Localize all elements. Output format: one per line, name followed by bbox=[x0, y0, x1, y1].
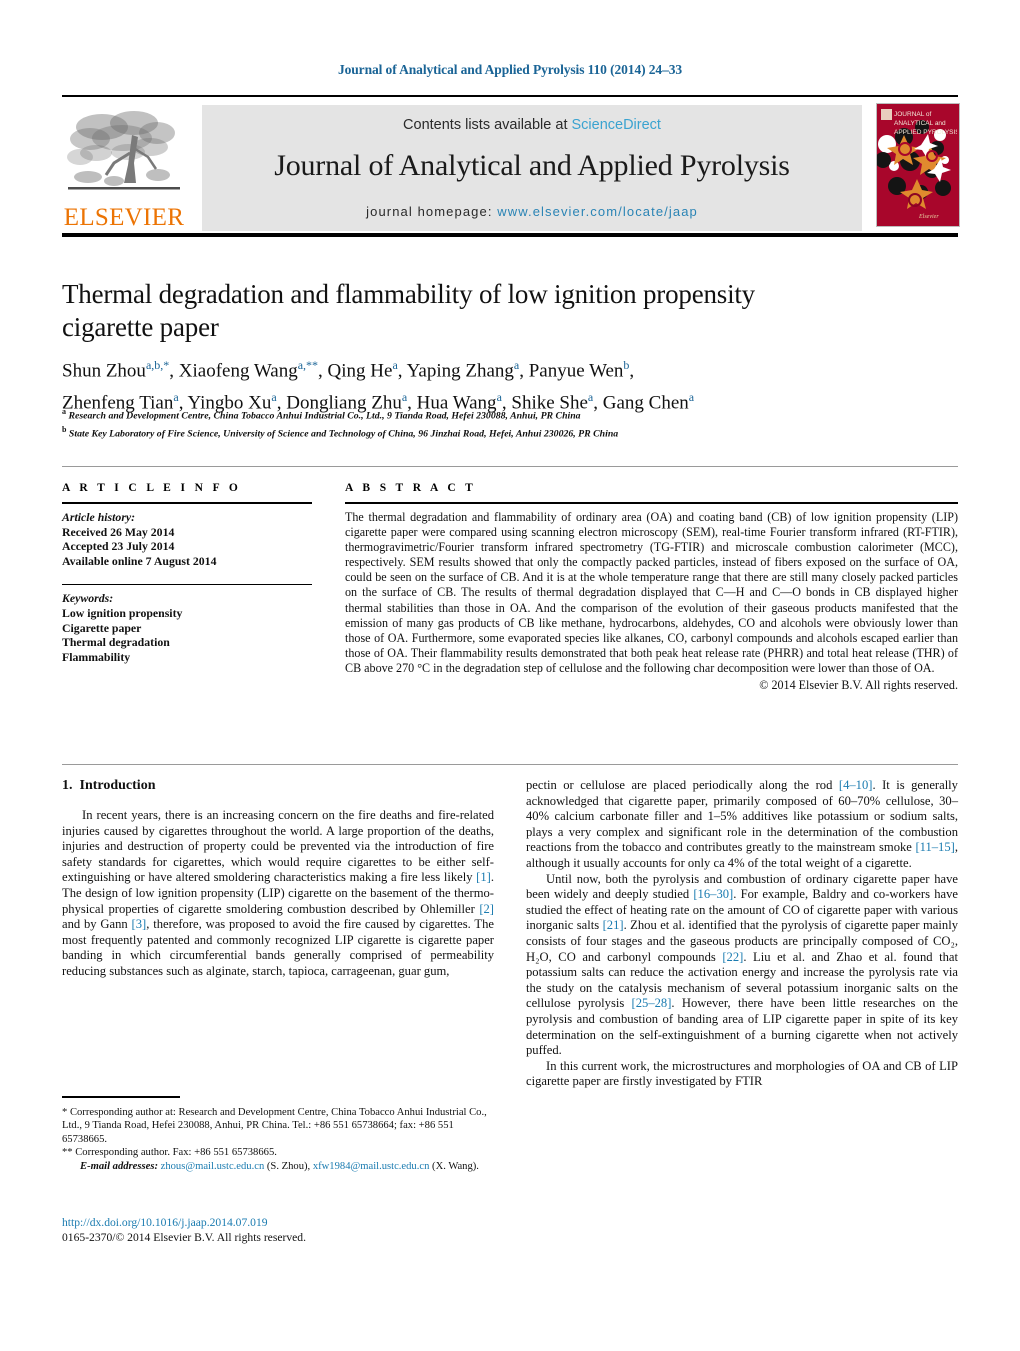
author-separator: , bbox=[397, 360, 407, 382]
article-info-column: A R T I C L E I N F O Article history: R… bbox=[62, 482, 312, 664]
section-title: Introduction bbox=[79, 778, 156, 793]
citation-link[interactable]: [25–28] bbox=[632, 996, 672, 1010]
footnote-corresponding-1: * Corresponding author at: Research and … bbox=[62, 1107, 487, 1145]
elsevier-wordmark: ELSEVIER bbox=[63, 204, 185, 231]
article-info-rule bbox=[62, 502, 312, 504]
keywords-block: Keywords: Low ignition propensity Cigare… bbox=[62, 591, 312, 664]
affiliation-list: a Research and Development Centre, China… bbox=[62, 405, 862, 442]
paragraph: In this current work, the microstructure… bbox=[526, 1058, 958, 1089]
affiliation-item: b State Key Laboratory of Fire Science, … bbox=[62, 423, 862, 441]
cover-line1: JOURNAL of bbox=[894, 111, 932, 118]
citation-link[interactable]: [1] bbox=[476, 870, 491, 884]
keyword-item: Low ignition propensity bbox=[62, 605, 183, 620]
keywords-rule bbox=[62, 584, 312, 586]
history-item: Received 26 May 2014 bbox=[62, 524, 175, 539]
elsevier-tree-icon bbox=[67, 111, 180, 190]
citation-link[interactable]: [21] bbox=[603, 918, 624, 932]
email-link-2[interactable]: xfw1984@mail.ustc.edu.cn bbox=[313, 1161, 430, 1172]
paragraph: Until now, both the pyrolysis and combus… bbox=[526, 871, 958, 1058]
masthead-bottom-rule bbox=[62, 233, 958, 237]
footnote-emails: E-mail addresses: zhous@mail.ustc.edu.cn… bbox=[62, 1160, 494, 1173]
article-info-heading: A R T I C L E I N F O bbox=[62, 482, 242, 494]
footnote-block: * Corresponding author at: Research and … bbox=[62, 1096, 494, 1173]
homepage-url-link[interactable]: www.elsevier.com/locate/jaap bbox=[497, 204, 698, 219]
cover-line2: ANALYTICAL and bbox=[894, 120, 946, 127]
article-history-block: Article history: Received 26 May 2014 Ac… bbox=[62, 510, 312, 568]
doi-block: http://dx.doi.org/10.1016/j.jaap.2014.07… bbox=[62, 1215, 494, 1245]
paragraph: pectin or cellulose are placed periodica… bbox=[526, 778, 958, 870]
info-band-bottom-rule bbox=[62, 764, 958, 765]
author-name: Panyue Wen bbox=[528, 360, 624, 382]
body-column-right: pectin or cellulose are placed periodica… bbox=[526, 778, 958, 1090]
journal-homepage-line: journal homepage: www.elsevier.com/locat… bbox=[202, 204, 862, 219]
doi-link[interactable]: http://dx.doi.org/10.1016/j.jaap.2014.07… bbox=[62, 1215, 494, 1230]
cover-publisher: Elsevier bbox=[918, 214, 939, 220]
keyword-item: Thermal degradation bbox=[62, 635, 170, 650]
email-owner-1: (S. Zhou), bbox=[266, 1160, 311, 1172]
citation-link[interactable]: [3] bbox=[132, 917, 147, 931]
keywords-label: Keywords: bbox=[62, 591, 114, 606]
abstract-rule bbox=[345, 502, 958, 504]
abstract-heading: A B S T R A C T bbox=[345, 482, 477, 494]
page-title: Thermal degradation and flammability of … bbox=[62, 279, 755, 342]
abstract-column: A B S T R A C T The thermal degradation … bbox=[345, 482, 958, 693]
affiliation-text: Research and Development Centre, China T… bbox=[66, 410, 581, 422]
article-history-label: Article history: bbox=[62, 510, 136, 524]
info-band-top-rule bbox=[62, 466, 958, 467]
citation-link[interactable]: [11–15] bbox=[915, 840, 954, 854]
citation-link[interactable]: [16–30] bbox=[693, 887, 733, 901]
section-number: 1. bbox=[62, 778, 73, 793]
author-separator: , bbox=[519, 360, 529, 382]
body-column-left: 1. Introduction In recent years, there is… bbox=[62, 778, 494, 980]
affiliation-item: a Research and Development Centre, China… bbox=[62, 405, 862, 423]
contents-prefix: Contents lists available at bbox=[403, 117, 572, 133]
section-heading-introduction: 1. Introduction bbox=[62, 778, 494, 794]
journal-masthead: ELSEVIER Contents lists available at Sci… bbox=[62, 95, 960, 237]
sciencedirect-link[interactable]: ScienceDirect bbox=[572, 117, 661, 133]
author-affiliation-mark: a,b,* bbox=[145, 358, 170, 372]
footnote-corresponding-2: ** Corresponding author. Fax: +86 551 65… bbox=[62, 1147, 277, 1159]
affiliation-text: State Key Laboratory of Fire Science, Un… bbox=[66, 428, 619, 440]
contents-available-line: Contents lists available at ScienceDirec… bbox=[202, 117, 862, 133]
author-name: Yaping Zhang bbox=[406, 360, 514, 382]
abstract-copyright: © 2014 Elsevier B.V. All rights reserved… bbox=[759, 678, 958, 693]
citation-link[interactable]: [4–10] bbox=[839, 778, 873, 792]
citation-link[interactable]: [2] bbox=[479, 902, 494, 916]
running-head: Journal of Analytical and Applied Pyroly… bbox=[337, 62, 683, 77]
masthead-panel: Contents lists available at ScienceDirec… bbox=[202, 105, 862, 231]
homepage-prefix: journal homepage: bbox=[366, 204, 498, 219]
author-name: Xiaofeng Wang bbox=[178, 360, 298, 382]
journal-cover-thumbnail: JOURNAL of ANALYTICAL and APPLIED PYROLY… bbox=[876, 103, 960, 227]
masthead-top-rule bbox=[62, 95, 958, 97]
author-line-1: Shun Zhoua,b,*, Xiaofeng Wanga,**, Qing … bbox=[62, 352, 822, 384]
abstract-text: The thermal degradation and flammability… bbox=[345, 510, 958, 675]
paragraph: In recent years, there is an increasing … bbox=[62, 808, 494, 978]
author-name: Qing He bbox=[327, 360, 393, 382]
author-name: Shun Zhou bbox=[62, 360, 146, 382]
elsevier-logo: ELSEVIER bbox=[62, 105, 186, 231]
footnote-rule bbox=[62, 1096, 180, 1098]
citation-link[interactable]: [22] bbox=[722, 950, 743, 964]
email-owner-2: (X. Wang). bbox=[432, 1160, 479, 1172]
author-affiliation-mark: a bbox=[688, 390, 695, 405]
email-label: E-mail addresses: bbox=[80, 1160, 158, 1172]
journal-title: Journal of Analytical and Applied Pyroly… bbox=[274, 149, 790, 182]
author-affiliation-mark: a,** bbox=[297, 358, 319, 372]
paper-page: Journal of Analytical and Applied Pyroly… bbox=[0, 0, 1020, 1351]
cover-line3: APPLIED PYROLYSIS bbox=[894, 129, 957, 136]
issn-copyright-line: 0165-2370/© 2014 Elsevier B.V. All right… bbox=[62, 1231, 306, 1244]
cover-artwork: JOURNAL of ANALYTICAL and APPLIED PYROLY… bbox=[877, 104, 959, 224]
email-link-1[interactable]: zhous@mail.ustc.edu.cn bbox=[161, 1161, 265, 1172]
history-item: Available online 7 August 2014 bbox=[62, 553, 217, 568]
history-item: Accepted 23 July 2014 bbox=[62, 539, 175, 554]
keyword-item: Flammability bbox=[62, 649, 131, 664]
keyword-item: Cigarette paper bbox=[62, 620, 142, 635]
author-separator: , bbox=[169, 360, 179, 382]
author-separator: , bbox=[629, 360, 635, 382]
author-separator: , bbox=[318, 360, 328, 382]
